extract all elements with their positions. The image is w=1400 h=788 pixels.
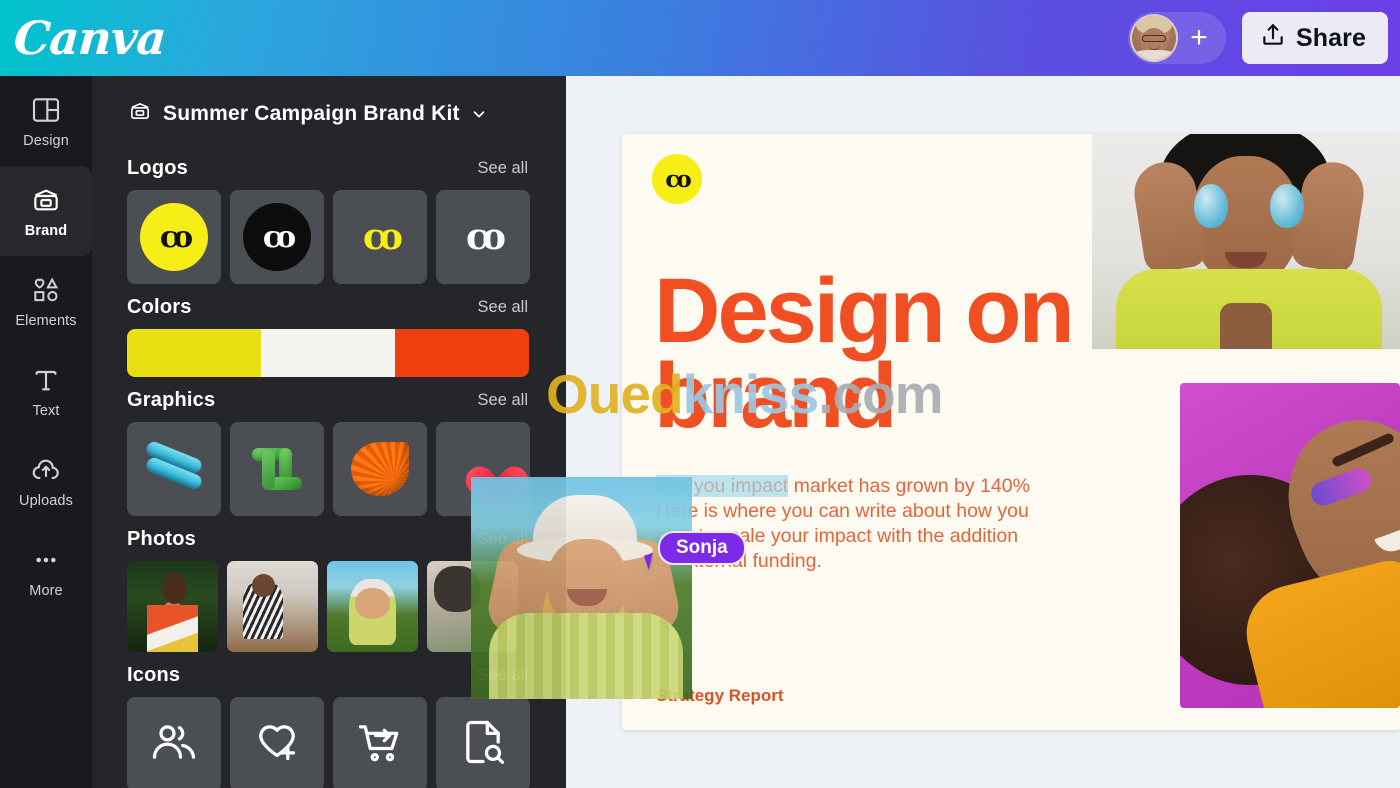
section-title-colors: Colors bbox=[127, 296, 192, 318]
sidebar-label-uploads: Uploads bbox=[19, 492, 73, 509]
chevron-down-icon[interactable] bbox=[470, 105, 488, 123]
see-all-logos[interactable]: See all bbox=[478, 159, 528, 178]
logo-tile-black-circle[interactable]: co bbox=[230, 190, 324, 284]
section-colors: Colors See all bbox=[92, 284, 566, 377]
left-tool-rail: Design Brand Elements Text Uploads More bbox=[0, 76, 92, 788]
canva-editor-window: Canva + Share Design Brand Elements Text… bbox=[0, 0, 1400, 788]
sidebar-label-elements: Elements bbox=[15, 312, 77, 329]
graphic-tile-orange-fan[interactable] bbox=[333, 422, 427, 516]
canva-logo[interactable]: Canva bbox=[12, 11, 167, 65]
logo-tile-yellow-circle[interactable]: co bbox=[127, 190, 221, 284]
photo-woman-magenta-backdrop[interactable] bbox=[1180, 383, 1400, 708]
add-collaborator-button[interactable]: + bbox=[1178, 14, 1220, 62]
icon-tile-document-search[interactable] bbox=[436, 697, 530, 788]
avatar[interactable] bbox=[1130, 14, 1179, 62]
color-palette[interactable] bbox=[127, 329, 529, 377]
ellipsis-icon bbox=[30, 544, 62, 576]
sidebar-label-brand: Brand bbox=[24, 222, 68, 239]
wallet-icon bbox=[30, 184, 62, 216]
sidebar-item-text[interactable]: Text bbox=[0, 346, 92, 436]
section-title-graphics: Graphics bbox=[127, 389, 216, 411]
see-all-graphics[interactable]: See all bbox=[478, 391, 528, 410]
canvas-logo-text: co bbox=[665, 165, 691, 193]
brand-kit-title: Summer Campaign Brand Kit bbox=[163, 101, 460, 125]
sidebar-item-uploads[interactable]: Uploads bbox=[0, 436, 92, 526]
logo-mark-text: co bbox=[159, 219, 193, 255]
share-button[interactable]: Share bbox=[1242, 12, 1388, 64]
logo-tile-white-mark[interactable]: co bbox=[436, 190, 530, 284]
photo-neck bbox=[1220, 303, 1272, 349]
logo-mark-text: co bbox=[262, 219, 296, 255]
text-t-icon bbox=[30, 364, 62, 396]
photo-woman-blue-eggs[interactable] bbox=[1092, 134, 1400, 349]
sidebar-item-elements[interactable]: Elements bbox=[0, 256, 92, 346]
photo-egg-right bbox=[1270, 184, 1304, 228]
cloud-up-icon bbox=[30, 454, 62, 486]
photo-thumb-woman-white-hat[interactable] bbox=[327, 561, 418, 652]
top-bar-right-cluster: + Share bbox=[1128, 12, 1400, 64]
canvas-headline[interactable]: Design on brand bbox=[654, 265, 1114, 442]
heart-plus-icon bbox=[251, 716, 303, 773]
icon-tile-heart-plus[interactable] bbox=[230, 697, 324, 788]
icons-row bbox=[92, 697, 566, 788]
canvas-logo-badge[interactable]: co bbox=[652, 154, 702, 204]
layout-icon bbox=[30, 94, 62, 126]
design-canvas[interactable]: co Design on brand Our you impact market… bbox=[622, 134, 1400, 730]
logo-black-circle: co bbox=[243, 203, 311, 271]
section-title-logos: Logos bbox=[127, 157, 188, 179]
graphic-orange-fan bbox=[351, 442, 409, 496]
sidebar-label-more: More bbox=[29, 582, 63, 599]
color-swatch-orange[interactable] bbox=[395, 329, 529, 377]
top-bar: Canva + Share bbox=[0, 0, 1400, 76]
see-all-colors[interactable]: See all bbox=[478, 298, 528, 317]
avatar-glasses bbox=[1142, 35, 1167, 42]
section-header-logos: Logos See all bbox=[92, 145, 566, 190]
logos-row: co co co co bbox=[92, 190, 566, 284]
dragged-photo-woman-white-hat[interactable] bbox=[471, 477, 692, 699]
brand-kit-wallet-icon bbox=[127, 98, 153, 129]
sidebar-item-brand[interactable]: Brand bbox=[0, 166, 92, 256]
graphic-green-square bbox=[250, 442, 304, 496]
sidebar-item-design[interactable]: Design bbox=[0, 76, 92, 166]
sidebar-label-design: Design bbox=[23, 132, 69, 149]
color-swatch-yellow[interactable] bbox=[127, 329, 261, 377]
graphic-tile-green-square[interactable] bbox=[230, 422, 324, 516]
section-title-icons: Icons bbox=[127, 664, 181, 686]
section-logos: Logos See all co co co co bbox=[92, 145, 566, 284]
logo-tile-yellow-mark[interactable]: co bbox=[333, 190, 427, 284]
document-search-icon bbox=[457, 716, 509, 773]
logo-white-mark: co bbox=[466, 216, 506, 258]
dragged-gingham-top bbox=[489, 613, 683, 699]
icon-tile-users-group[interactable] bbox=[127, 697, 221, 788]
photo-egg-left bbox=[1194, 184, 1228, 228]
color-swatch-white[interactable] bbox=[261, 329, 395, 377]
photo-thumb-woman-laptop[interactable] bbox=[227, 561, 318, 652]
users-group-icon bbox=[148, 716, 200, 773]
graphic-tile-blue-clips[interactable] bbox=[127, 422, 221, 516]
cart-arrow-icon bbox=[354, 716, 406, 773]
logo-yellow-mark: co bbox=[363, 216, 403, 258]
logo-yellow-circle: co bbox=[140, 203, 208, 271]
upload-icon bbox=[1260, 22, 1286, 55]
sidebar-label-text: Text bbox=[32, 402, 60, 419]
icon-tile-cart-arrow[interactable] bbox=[333, 697, 427, 788]
sidebar-item-more[interactable]: More bbox=[0, 526, 92, 616]
share-button-label: Share bbox=[1296, 23, 1366, 52]
section-header-colors: Colors See all bbox=[92, 284, 566, 329]
shapes-icon bbox=[30, 274, 62, 306]
collaborator-avatar-group: + bbox=[1128, 12, 1227, 64]
graphic-blue-clips bbox=[143, 439, 205, 494]
collaborator-name-label: Sonja bbox=[658, 531, 746, 565]
section-title-photos: Photos bbox=[127, 528, 196, 550]
photo-thumb-woman-orange-jacket[interactable] bbox=[127, 561, 218, 652]
brand-kit-selector[interactable]: Summer Campaign Brand Kit bbox=[92, 76, 566, 145]
section-header-graphics: Graphics See all bbox=[92, 377, 566, 422]
avatar-shoulders bbox=[1132, 50, 1177, 60]
